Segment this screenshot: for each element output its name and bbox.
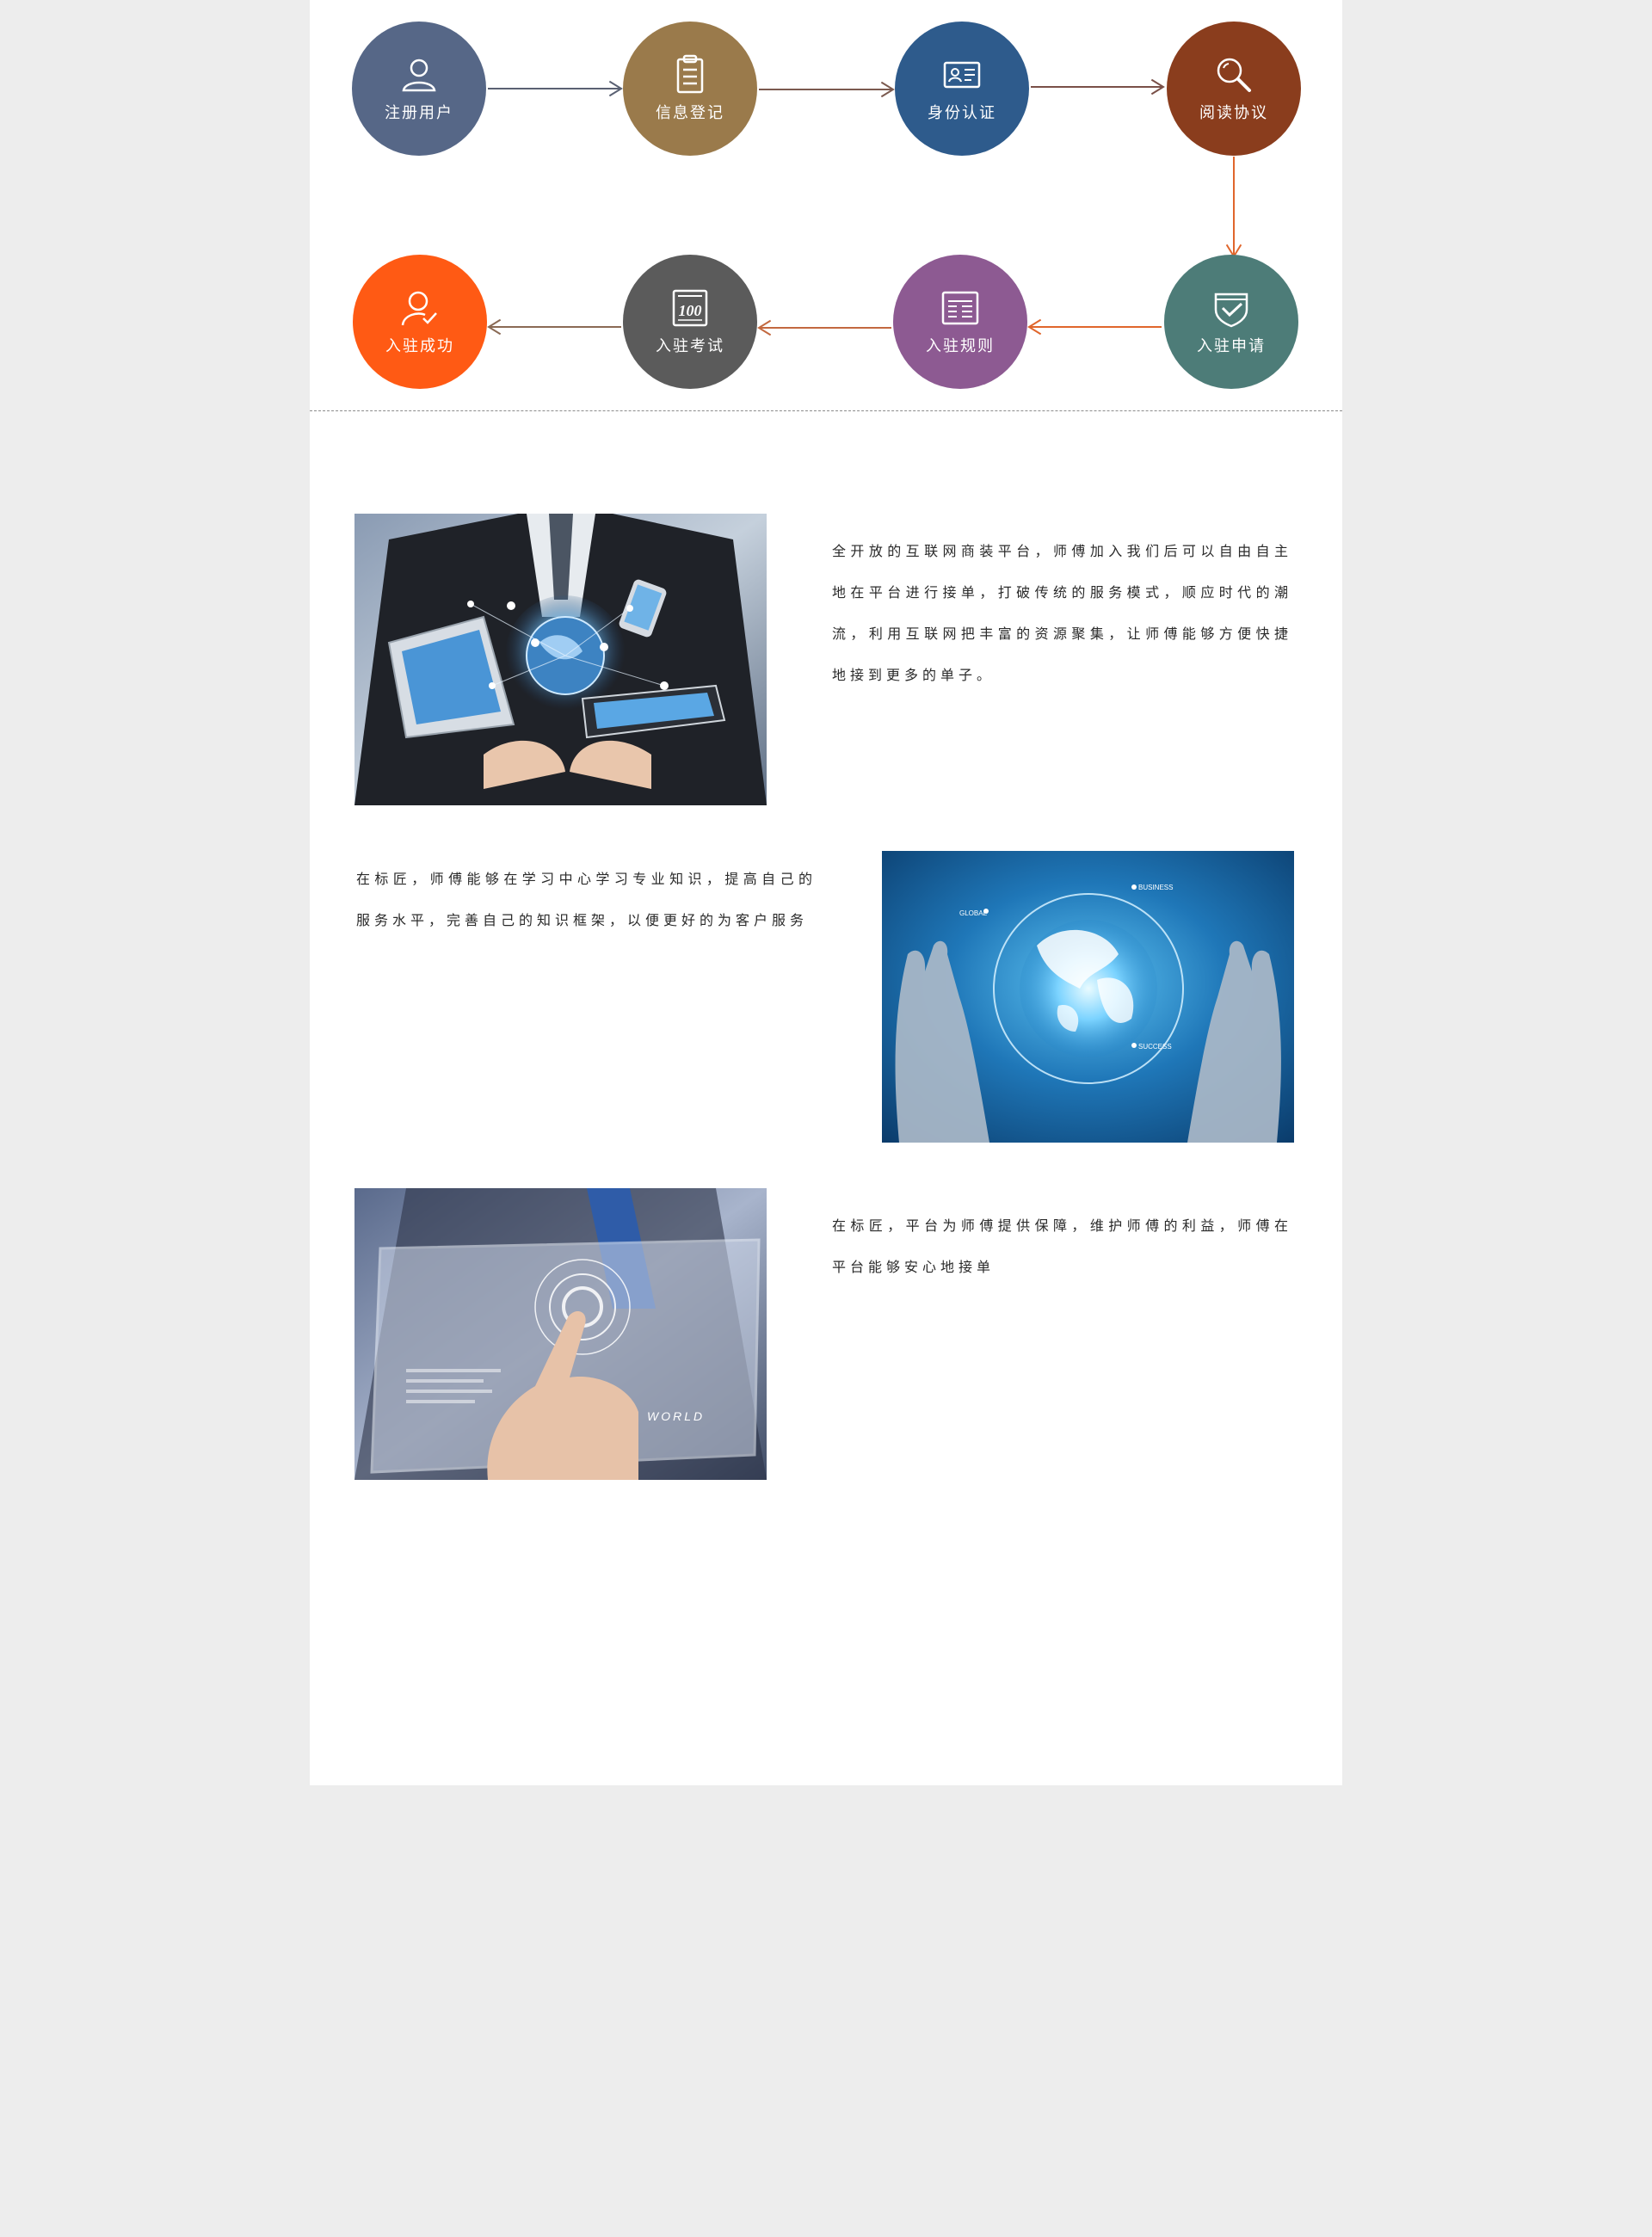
step-read-agreement: 阅读协议	[1167, 22, 1301, 156]
business-hands-devices-network-image	[354, 514, 767, 805]
shield-check-icon	[1214, 293, 1248, 328]
step-label: 信息登记	[656, 104, 724, 122]
step-info-registration: 信息登记	[623, 22, 757, 156]
screen-label-world: WORLD	[647, 1409, 705, 1423]
finger-touch-screen-image: WORLD	[354, 1188, 767, 1480]
globe-label-success: SUCCESS	[1138, 1043, 1172, 1051]
user-icon	[402, 59, 436, 92]
hands-glowing-globe-image: GLOBAL BUSINESS SUCCESS	[882, 851, 1294, 1143]
step-label: 身份认证	[928, 104, 996, 122]
step-identity-verification: 身份认证	[895, 22, 1029, 156]
step-register-user: 注册用户	[352, 22, 486, 156]
globe-label-global: GLOBAL	[959, 909, 988, 917]
section-divider	[310, 410, 1342, 411]
id-card-icon	[943, 61, 981, 89]
step-label: 阅读协议	[1199, 104, 1268, 122]
clipboard-icon	[676, 54, 704, 94]
step-settle-rules: 入驻规则	[893, 255, 1027, 389]
magnifier-icon	[1217, 58, 1251, 92]
step-settle-exam: 100 入驻考试	[623, 255, 757, 389]
page-container: 注册用户 信息登记 身份认证 阅读协议 入驻申请 入驻规则 100 入驻考试 入…	[310, 0, 1342, 1785]
step-label: 入驻申请	[1197, 337, 1266, 355]
exam-100-icon: 100	[672, 289, 708, 327]
onboarding-flow: 注册用户 信息登记 身份认证 阅读协议 入驻申请 入驻规则 100 入驻考试 入…	[310, 0, 1342, 411]
section-2-text: 在标匠，师傅能够在学习中心学习专业知识，提高自己的服务水平，完善自己的知识框架，…	[356, 871, 817, 928]
step-label: 入驻成功	[385, 337, 454, 355]
step-label: 入驻考试	[656, 337, 724, 355]
step-settle-application: 入驻申请	[1164, 255, 1298, 389]
globe-label-business: BUSINESS	[1138, 884, 1173, 891]
rules-list-icon	[941, 291, 979, 325]
step-settle-success: 入驻成功	[353, 255, 487, 389]
section-1-text: 全开放的互联网商装平台，师傅加入我们后可以自由自主地在平台进行接单，打破传统的服…	[832, 543, 1292, 683]
user-check-icon	[401, 291, 437, 326]
section-3-text: 在标匠，平台为师傅提供保障，维护师傅的利益，师傅在平台能够安心地接单	[832, 1217, 1292, 1275]
step-label: 入驻规则	[926, 337, 995, 355]
svg-text:100: 100	[679, 302, 702, 319]
step-label: 注册用户	[385, 104, 453, 122]
